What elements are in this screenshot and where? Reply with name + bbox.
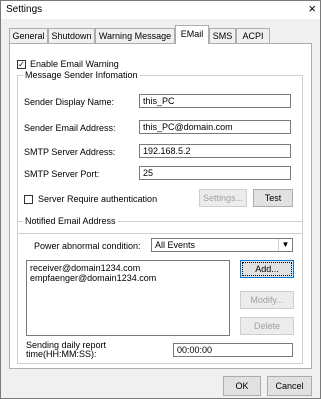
delete-button[interactable]: Delete bbox=[240, 317, 294, 335]
list-item[interactable]: empfaenger@domain1234.com bbox=[30, 273, 226, 283]
tab-acpi[interactable]: ACPI bbox=[236, 28, 270, 43]
display-name-field[interactable]: this_PC bbox=[139, 94, 291, 108]
tab-shutdown[interactable]: Shutdown bbox=[48, 28, 95, 43]
email-address-field[interactable]: this_PC@domain.com bbox=[139, 120, 291, 134]
email-address-label: Sender Email Address: bbox=[24, 123, 116, 133]
email-panel: ✓ Enable Email Warning Message Sender In… bbox=[9, 43, 312, 369]
notified-group-title: Notified Email Address bbox=[25, 216, 116, 226]
smtp-port-field[interactable]: 25 bbox=[139, 166, 291, 180]
enable-email-label: Enable Email Warning bbox=[30, 59, 119, 69]
list-item[interactable]: receiver@domain1234.com bbox=[30, 263, 226, 273]
tab-email[interactable]: EMail bbox=[175, 25, 209, 44]
power-condition-value: All Events bbox=[155, 240, 196, 250]
server-auth-checkbox[interactable] bbox=[24, 195, 33, 204]
tab-sms[interactable]: SMS bbox=[209, 28, 236, 43]
smtp-port-label: SMTP Server Port: bbox=[24, 169, 100, 179]
tab-warning-message[interactable]: Warning Message bbox=[95, 28, 175, 43]
enable-email-checkbox[interactable]: ✓ bbox=[17, 60, 26, 69]
recipient-list[interactable]: receiver@domain1234.com empfaenger@domai… bbox=[26, 260, 230, 336]
smtp-address-label: SMTP Server Address: bbox=[24, 147, 116, 157]
report-time-field[interactable]: 00:00:00 bbox=[173, 343, 293, 357]
cancel-button[interactable]: Cancel bbox=[267, 376, 312, 396]
settings-button[interactable]: Settings... bbox=[199, 189, 247, 207]
report-time-label: Sending daily report time(HH:MM:SS): bbox=[26, 340, 107, 359]
tab-general[interactable]: General bbox=[9, 28, 48, 43]
ok-button[interactable]: OK bbox=[223, 376, 261, 396]
add-button-label: Add... bbox=[242, 262, 292, 276]
settings-window: Settings × General Shutdown Warning Mess… bbox=[0, 0, 321, 399]
modify-button[interactable]: Modify... bbox=[240, 291, 294, 309]
title-bar: Settings × bbox=[1, 1, 320, 19]
chevron-down-icon[interactable]: ▼ bbox=[278, 239, 292, 251]
display-name-label: Sender Display Name: bbox=[24, 97, 115, 107]
window-title: Settings bbox=[6, 4, 43, 15]
test-button[interactable]: Test bbox=[253, 189, 293, 207]
server-auth-label: Server Require authentication bbox=[38, 194, 158, 204]
power-condition-select[interactable]: All Events ▼ bbox=[151, 238, 293, 252]
smtp-address-field[interactable]: 192.168.5.2 bbox=[139, 144, 291, 158]
sender-group-title: Message Sender Infomation bbox=[25, 70, 138, 80]
power-condition-label: Power abnormal condition: bbox=[34, 241, 141, 251]
close-icon[interactable]: × bbox=[308, 2, 316, 16]
add-button[interactable]: Add... bbox=[240, 260, 294, 278]
